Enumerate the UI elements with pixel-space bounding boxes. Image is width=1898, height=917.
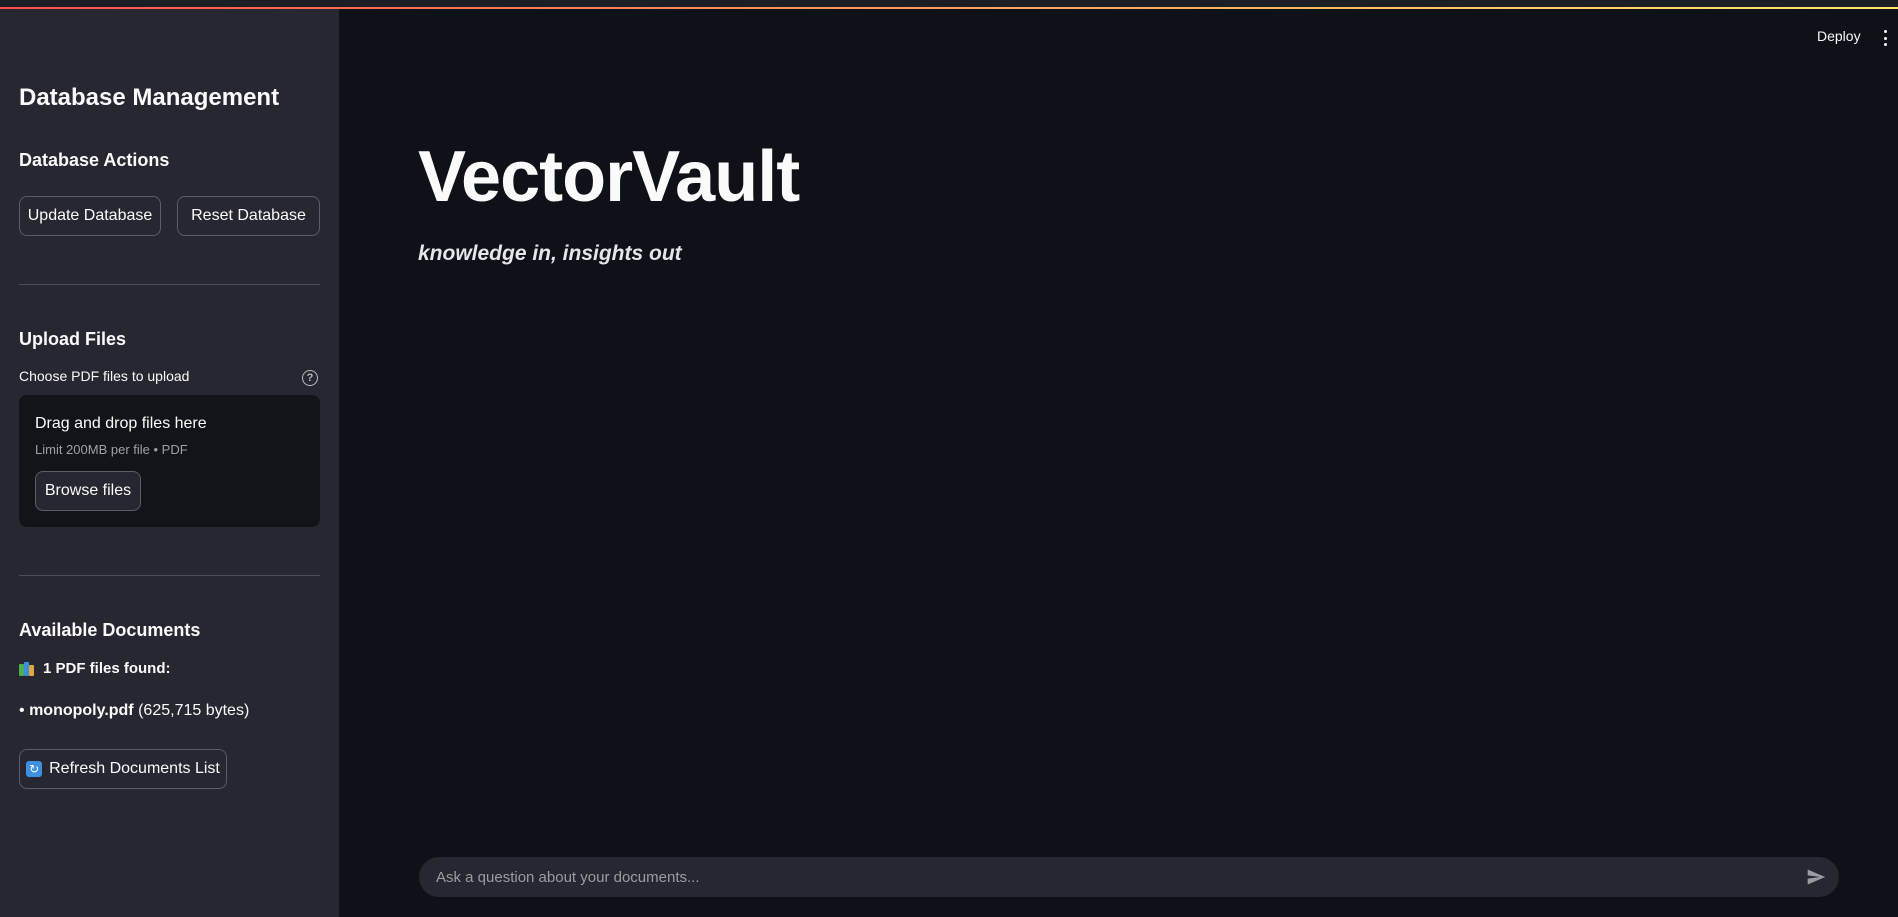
document-size: (625,715 bytes) bbox=[138, 702, 250, 719]
reset-database-button[interactable]: Reset Database bbox=[177, 196, 320, 236]
available-documents-heading: Available Documents bbox=[19, 620, 201, 640]
browse-files-button[interactable]: Browse files bbox=[35, 471, 141, 511]
kebab-menu-icon[interactable] bbox=[1882, 30, 1888, 46]
file-uploader-label: Choose PDF files to upload bbox=[19, 368, 190, 384]
sidebar-title: Database Management bbox=[19, 84, 280, 111]
sidebar-divider bbox=[19, 575, 320, 576]
send-icon[interactable] bbox=[1806, 867, 1826, 887]
help-icon[interactable]: ? bbox=[302, 370, 318, 386]
document-name: monopoly.pdf bbox=[29, 702, 134, 719]
update-database-button[interactable]: Update Database bbox=[19, 196, 161, 236]
file-dropzone[interactable]: Drag and drop files here Limit 200MB per… bbox=[19, 395, 320, 527]
database-actions-heading: Database Actions bbox=[19, 150, 170, 170]
document-count-text: 1 PDF files found: bbox=[43, 660, 171, 677]
page-title: VectorVault bbox=[418, 137, 800, 217]
page-subtitle: knowledge in, insights out bbox=[418, 242, 682, 265]
refresh-documents-button[interactable]: ↻ Refresh Documents List bbox=[19, 749, 227, 789]
list-item: • monopoly.pdf (625,715 bytes) bbox=[19, 702, 249, 720]
document-count: 1 PDF files found: bbox=[19, 660, 171, 677]
refresh-documents-label: Refresh Documents List bbox=[49, 760, 220, 777]
dropzone-limit-text: Limit 200MB per file • PDF bbox=[35, 442, 188, 457]
chat-input[interactable] bbox=[419, 857, 1839, 897]
dropzone-title: Drag and drop files here bbox=[35, 415, 207, 432]
list-bullet: • bbox=[19, 702, 25, 719]
books-icon bbox=[19, 661, 37, 676]
sidebar-divider bbox=[19, 284, 320, 285]
top-decoration-bar bbox=[0, 0, 1898, 9]
deploy-button[interactable]: Deploy bbox=[1817, 28, 1861, 44]
refresh-icon: ↻ bbox=[26, 761, 43, 777]
upload-files-heading: Upload Files bbox=[19, 329, 127, 349]
